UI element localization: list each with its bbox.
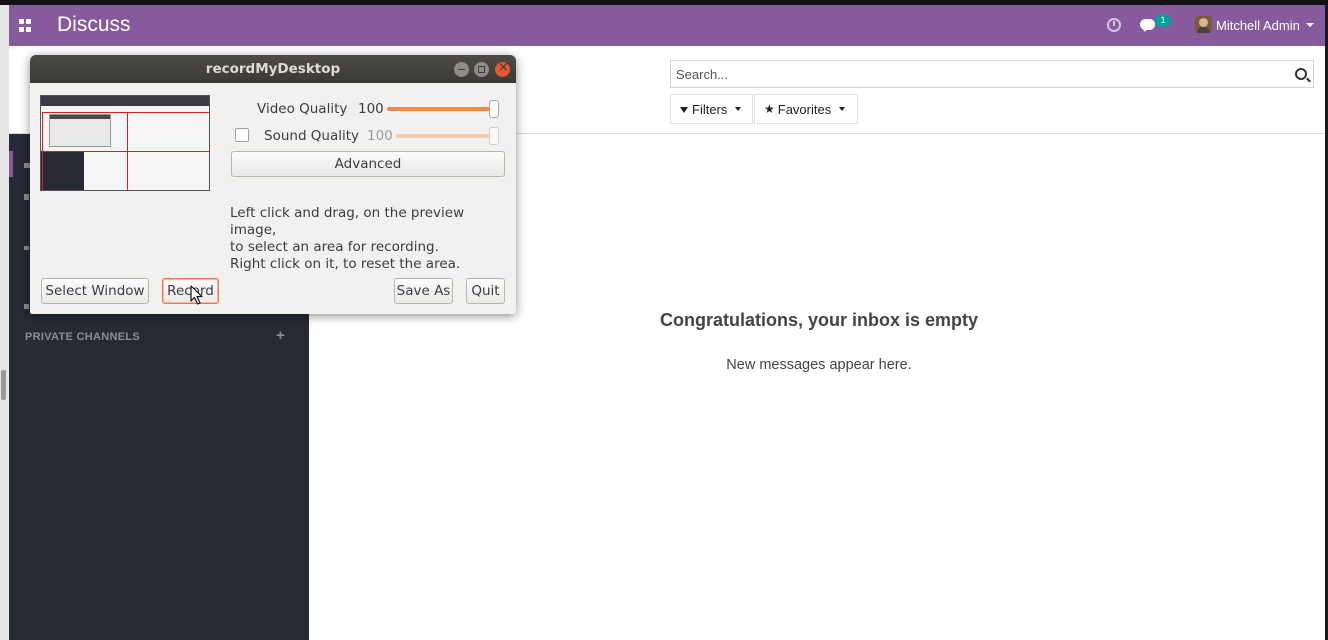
video-quality-label: Video Quality xyxy=(257,101,348,117)
maximize-icon[interactable] xyxy=(474,62,489,77)
user-menu-caret-icon[interactable] xyxy=(1306,23,1314,27)
help-line-1: Left click and drag, on the preview imag… xyxy=(230,205,465,238)
search-bar xyxy=(670,60,1314,88)
add-private-channel-icon[interactable]: + xyxy=(276,327,285,344)
advanced-button[interactable]: Advanced xyxy=(231,151,505,177)
recording-area-preview[interactable] xyxy=(40,95,210,191)
empty-inbox-subtitle: New messages appear here. xyxy=(726,357,912,373)
sidebar-channels-icon[interactable] xyxy=(24,246,29,250)
sound-quality-thumb[interactable] xyxy=(489,127,499,145)
sidebar-active-indicator xyxy=(9,151,13,177)
help-line-2: to select an area for recording. xyxy=(230,239,439,255)
video-quality-thumb[interactable] xyxy=(489,100,499,118)
window-title: recordMyDesktop xyxy=(205,61,341,77)
video-quality-value: 100 xyxy=(358,101,384,117)
sidebar-direct-icon[interactable] xyxy=(24,304,29,309)
recordmydesktop-window: recordMyDesktop Video Quality 100 Sound … xyxy=(30,55,516,314)
filters-label: Filters xyxy=(692,101,728,117)
select-window-button[interactable]: Select Window xyxy=(41,278,149,304)
left-window-edge xyxy=(0,5,9,640)
selection-guide-horizontal xyxy=(42,151,209,152)
activity-clock-icon[interactable] xyxy=(1107,18,1121,32)
chat-counter-badge: 1 xyxy=(1155,14,1171,27)
filter-funnel-icon xyxy=(680,107,688,113)
user-avatar[interactable] xyxy=(1195,16,1212,33)
star-icon: ★ xyxy=(764,102,775,116)
user-menu-name[interactable]: Mitchell Admin xyxy=(1216,18,1300,33)
search-input[interactable] xyxy=(671,61,1281,87)
private-channels-header: PRIVATE CHANNELS xyxy=(25,331,141,343)
preview-navbar xyxy=(41,96,209,106)
help-line-3: Right click on it, to reset the area. xyxy=(230,256,461,272)
sound-quality-label: Sound Quality xyxy=(264,128,360,144)
sound-quality-fill xyxy=(396,134,499,138)
search-icon[interactable] xyxy=(1295,68,1307,80)
sound-quality-checkbox[interactable] xyxy=(235,128,249,142)
sidebar-starred-icon[interactable] xyxy=(24,194,29,200)
save-as-button[interactable]: Save As xyxy=(394,278,453,304)
window-titlebar[interactable]: recordMyDesktop xyxy=(30,55,516,83)
video-quality-slider[interactable] xyxy=(387,100,499,118)
quit-button[interactable]: Quit xyxy=(466,278,505,304)
video-quality-fill xyxy=(387,107,499,111)
top-navbar: Discuss 1 Mitchell Admin xyxy=(9,5,1325,46)
favorites-label: Favorites xyxy=(777,101,832,117)
preview-help-text: Left click and drag, on the preview imag… xyxy=(230,205,510,273)
sound-quality-slider[interactable] xyxy=(396,127,499,145)
favorites-caret-icon xyxy=(839,107,846,111)
minimize-icon[interactable] xyxy=(454,62,469,77)
edge-marker xyxy=(1,370,6,400)
apps-menu-icon[interactable] xyxy=(19,19,32,32)
sound-quality-value: 100 xyxy=(367,128,393,144)
filters-button[interactable]: Filters xyxy=(670,94,753,124)
app-title: Discuss xyxy=(57,13,131,36)
messaging-chat-icon[interactable] xyxy=(1140,19,1155,32)
close-icon[interactable] xyxy=(495,60,510,77)
filters-caret-icon xyxy=(735,107,742,111)
favorites-button[interactable]: ★ Favorites xyxy=(754,94,858,124)
